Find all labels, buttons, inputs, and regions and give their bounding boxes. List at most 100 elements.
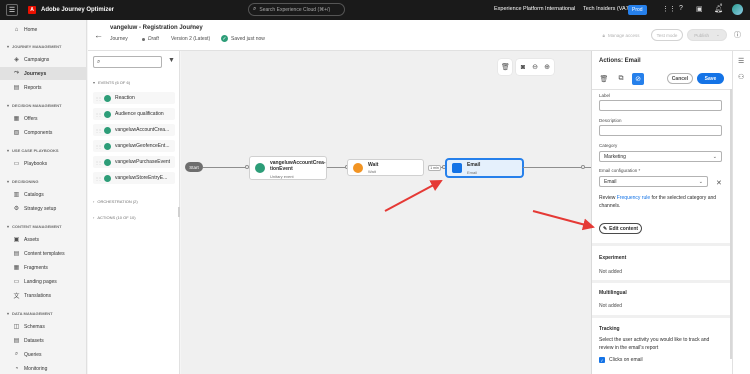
manage-access-button[interactable]: 🔒︎ Manage access [595, 29, 647, 41]
event-node[interactable]: vangeluwAccountCrea-tionEvent Unitary ev… [249, 156, 327, 180]
zoom-in-icon[interactable]: ⊕ [543, 63, 551, 71]
trash-icon[interactable]: 🗑︎ [501, 63, 510, 71]
nav-item-catalogs[interactable]: ▥ Catalogs [0, 188, 87, 201]
edit-content-button[interactable]: ✎ Edit content [599, 223, 642, 234]
drag-handle-icon[interactable]: ⋮⋮ [95, 176, 102, 181]
publish-button[interactable]: Publish ⌄ [687, 29, 727, 41]
assets-icon: ▣ [13, 237, 20, 243]
drag-handle-icon[interactable]: ⋮⋮ [95, 160, 102, 165]
chevron-down-icon: ▾ [7, 103, 10, 108]
visibility-toggle-icon[interactable]: ⊘ [632, 73, 644, 85]
events-section-header[interactable]: ▾ EVENTS (6 OF 6) [93, 80, 130, 85]
sandbox-switcher[interactable]: Tech Insiders (VA7) [583, 6, 631, 12]
connector-port[interactable] [581, 165, 585, 169]
nav-item-monitoring[interactable]: ◔ Monitoring [0, 362, 87, 374]
nav-section-decisioning[interactable]: ▾ DECISIONING [7, 179, 38, 184]
save-button[interactable]: Save [697, 73, 724, 84]
drag-handle-icon[interactable]: ⋮⋮ [95, 144, 102, 149]
event-item-account-creation[interactable]: ⋮⋮ vangeluwAccountCrea... [93, 124, 175, 136]
clicks-on-email-checkbox[interactable]: ✓ [599, 357, 605, 363]
description-input[interactable] [599, 125, 722, 136]
nav-item-components[interactable]: ▧ Components [0, 126, 87, 139]
nav-section-journey-management[interactable]: ▾ JOURNEY MANAGEMENT [7, 44, 62, 49]
nav-item-translations[interactable]: 文 Translations [0, 289, 87, 302]
nav-item-schemas[interactable]: ◫ Schemas [0, 320, 87, 333]
nav-item-assets[interactable]: ▣ Assets [0, 233, 87, 246]
global-search-input[interactable]: ⌕ Search Experience Cloud (⌘+/) [248, 3, 345, 16]
avatar[interactable] [732, 4, 743, 15]
org-switcher[interactable]: Experience Platform International [494, 6, 575, 12]
journey-canvas[interactable]: 🗑︎ ◙ ⊖ ⊕ Start vangeluwAccountCrea-tionE… [181, 51, 591, 374]
action-properties-panel: Actions: Email 🗑︎ ⧉ ⊘ Cancel Save Label … [591, 51, 732, 374]
event-item-store-entry[interactable]: ⋮⋮ vangeluwStoreEntryE... [93, 172, 175, 184]
wait-node-title: Wait [368, 162, 379, 168]
copy-icon[interactable]: ⧉ [615, 73, 627, 85]
actions-section-header[interactable]: › ACTIONS (10 OF 10) [93, 215, 136, 220]
nav-item-fragments[interactable]: ▦ Fragments [0, 261, 87, 274]
filter-icon[interactable]: ▼ [168, 57, 175, 64]
start-node[interactable]: Start [185, 162, 203, 172]
nav-item-strategy-setup[interactable]: ⚙ Strategy setup [0, 202, 87, 215]
nav-section-use-case-playbooks[interactable]: ▾ USE CASE PLAYBOOKS [7, 148, 59, 153]
properties-icon[interactable]: ☰ [738, 57, 744, 65]
email-configuration-select[interactable]: Email ⌄ [599, 176, 708, 187]
help-icon[interactable]: ? [679, 5, 683, 12]
nav-item-reports[interactable]: ▤ Reports [0, 81, 87, 94]
info-icon[interactable]: ⓘ [734, 30, 741, 40]
drag-handle-icon[interactable]: ⋮⋮ [95, 128, 102, 133]
divider [592, 89, 732, 90]
nav-item-landing-pages[interactable]: ▭ Landing pages [0, 275, 87, 288]
email-node[interactable]: Email Email [446, 159, 523, 177]
journey-version[interactable]: Version 2 (Latest) [171, 36, 210, 42]
frequency-rule-link[interactable]: Frequency rule [617, 195, 650, 201]
back-arrow-icon[interactable]: ← [94, 30, 103, 40]
apps-grid-icon[interactable]: ⋮⋮ [662, 5, 676, 13]
nav-item-campaigns[interactable]: ◈ Campaigns [0, 53, 87, 66]
camera-icon[interactable]: ◙ [519, 64, 527, 71]
nav-label: Schemas [24, 323, 45, 330]
drag-handle-icon[interactable]: ⋮⋮ [95, 112, 102, 117]
adobe-logo[interactable]: A [28, 6, 36, 14]
category-select[interactable]: Marketing ⌄ [599, 151, 722, 162]
event-item-audience-qualification[interactable]: ⋮⋮ Audience qualification [93, 108, 175, 120]
zoom-out-icon[interactable]: ⊖ [531, 63, 539, 71]
nav-section-data-management[interactable]: ▾ DATA MANAGEMENT [7, 311, 53, 316]
nav-item-playbooks[interactable]: ▭ Playbooks [0, 157, 87, 170]
event-item-purchase[interactable]: ⋮⋮ vangeluwPurchaseEvent [93, 156, 175, 168]
nav-item-datasets[interactable]: ▤ Datasets [0, 334, 87, 347]
clear-icon[interactable]: ✕ [716, 179, 722, 187]
app-name[interactable]: Adobe Journey Optimizer [41, 7, 114, 13]
chevron-right-icon: › [93, 215, 95, 220]
edit-pencil-icon[interactable]: ✎ [190, 24, 195, 31]
event-item-reaction[interactable]: ⋮⋮ Reaction [93, 92, 175, 104]
nav-item-journeys[interactable]: ⤳ Journeys [0, 67, 87, 80]
nav-label: Datasets [24, 337, 44, 344]
nav-label: Content templates [24, 250, 65, 257]
label-input[interactable] [599, 100, 722, 111]
panel-resize-handle[interactable] [178, 207, 180, 217]
review-prefix: Review [599, 195, 617, 201]
cancel-button[interactable]: Cancel [667, 73, 693, 84]
orchestration-section-header[interactable]: › ORCHESTRATION (2) [93, 199, 138, 204]
chevron-down-icon: ▾ [7, 44, 10, 49]
palette-search-input[interactable]: ⌕ [93, 56, 162, 68]
drag-handle-icon[interactable]: ⋮⋮ [95, 96, 102, 101]
wait-node[interactable]: Wait Wait [347, 159, 424, 176]
user-access-icon[interactable]: ⚇ [738, 73, 744, 81]
email-icon [452, 163, 462, 173]
nav-item-content-templates[interactable]: ▤ Content templates [0, 247, 87, 260]
nav-item-queries[interactable]: ⌕ Queries [0, 348, 87, 361]
multilingual-status: Not added [599, 303, 623, 309]
test-mode-button[interactable]: Test mode [651, 29, 683, 41]
inbox-icon[interactable]: ▣ [696, 5, 703, 13]
nav-section-decision-management[interactable]: ▾ DECISION MANAGEMENT [7, 103, 62, 108]
nav-section-content-management[interactable]: ▾ CONTENT MANAGEMENT [7, 224, 62, 229]
trash-icon[interactable]: 🗑︎ [598, 73, 610, 85]
event-item-geofence-entry[interactable]: ⋮⋮ vangeluwGeofenceEnt... [93, 140, 175, 152]
hamburger-icon[interactable]: ☰ [6, 4, 18, 16]
wait-node-subtitle: Wait [368, 169, 376, 174]
wait-duration-tag: 1 min [428, 165, 441, 171]
event-icon [255, 163, 265, 173]
nav-item-offers[interactable]: ▦ Offers [0, 112, 87, 125]
nav-item-home[interactable]: ⌂ Home [0, 23, 87, 36]
